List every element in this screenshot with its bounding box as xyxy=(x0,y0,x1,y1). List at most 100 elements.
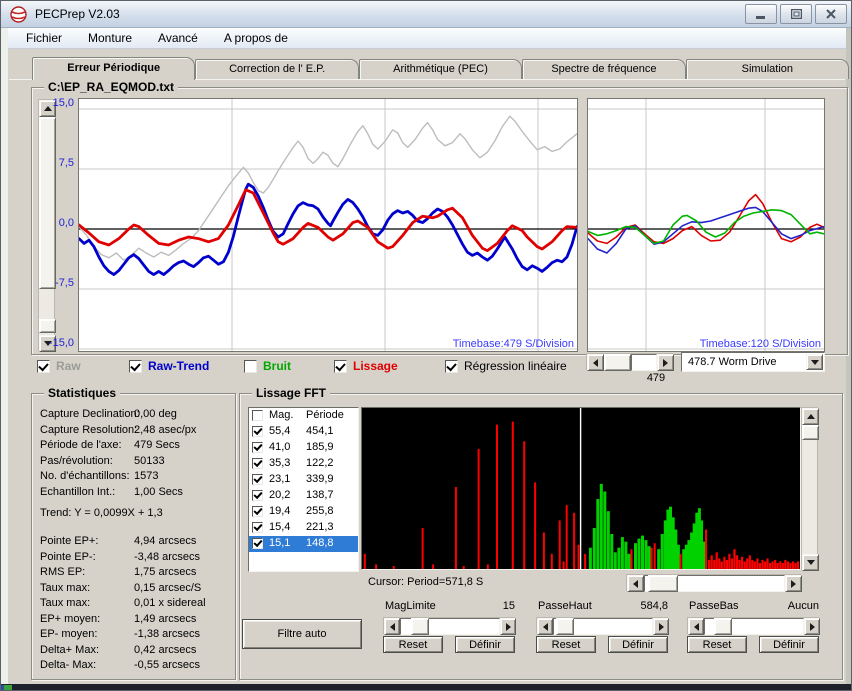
filter-slider-passehaut[interactable] xyxy=(536,617,669,635)
fft-scroll-up-button[interactable] xyxy=(802,408,819,425)
fft-peak-checkbox[interactable] xyxy=(252,474,263,485)
tab-spectre-de-fr-quence[interactable]: Spectre de fréquence xyxy=(522,59,686,79)
fft-select-all-checkbox[interactable] xyxy=(252,410,263,421)
checkbox-raw-trend[interactable] xyxy=(129,359,142,373)
statistics-capture-rows: Capture Declination: 0,00 deg Capture Reso… xyxy=(40,408,230,501)
tab-erreur-p-riodique[interactable]: Erreur Périodique xyxy=(32,57,196,80)
fft-peak-checkbox[interactable] xyxy=(252,506,263,517)
fft-horizontal-scrollbar[interactable] xyxy=(626,574,802,592)
fft-scroll-down-button[interactable] xyxy=(802,554,819,571)
fft-peak-checkbox[interactable] xyxy=(252,490,263,501)
fft-peak-row[interactable]: 19,4 255,8 xyxy=(249,504,358,520)
fft-peak-checkbox[interactable] xyxy=(252,442,263,453)
fft-list-header[interactable]: Mag. Période xyxy=(249,408,358,424)
worm-zoom-chart[interactable]: Timebase:120 S/Division xyxy=(587,98,825,352)
worm-scrollbar-thumb[interactable] xyxy=(604,354,631,371)
checkbox-raw[interactable] xyxy=(37,359,50,373)
reset-button-passebas[interactable]: Reset xyxy=(687,636,747,653)
stat-label: No. d'échantillons: xyxy=(40,470,130,482)
checkbox-lissage[interactable] xyxy=(334,359,347,373)
fft-hscrollbar-thumb[interactable] xyxy=(648,575,678,592)
fft-peak-row[interactable]: 35,3 122,2 xyxy=(249,456,358,472)
fft-scroll-left-button[interactable] xyxy=(627,575,644,592)
combobox-dropdown-button[interactable] xyxy=(806,354,823,370)
fft-peak-row[interactable]: 55,4 454,1 xyxy=(249,424,358,440)
worm-period-combobox[interactable]: 478.7 Worm Drive xyxy=(681,352,825,372)
fft-peak-row[interactable]: 15,4 221,3 xyxy=(249,520,358,536)
worm-scroll-left-button[interactable] xyxy=(587,354,604,371)
auto-filter-button[interactable]: Filtre auto xyxy=(242,619,362,649)
fft-peak-period: 255,8 xyxy=(306,505,334,517)
scrollbar-thumb[interactable] xyxy=(39,117,56,289)
file-groupbox: C:\EP_RA_EQMOD.txt 15,0 7,5 0,0 -7,5 -15… xyxy=(31,80,848,355)
define-button-maglimite[interactable]: Définir xyxy=(455,636,515,653)
fft-peak-checkbox[interactable] xyxy=(252,522,263,533)
slider-thumb[interactable] xyxy=(411,618,429,635)
slider-left-button[interactable] xyxy=(688,618,704,635)
filter-slider-maglimite[interactable] xyxy=(383,617,516,635)
stat-label: Capture Declination: xyxy=(40,408,140,420)
toggle-bruit[interactable]: Bruit xyxy=(244,359,291,373)
worm-scrollbar[interactable] xyxy=(586,353,674,371)
slider-left-button[interactable] xyxy=(384,618,400,635)
main-ep-chart[interactable]: Timebase:479 S/Division xyxy=(77,98,579,352)
checkbox-bruit[interactable] xyxy=(244,359,257,373)
fft-peak-row[interactable]: 23,1 339,9 xyxy=(249,472,358,488)
toggle-r-gression-lin-aire[interactable]: Régression linéaire xyxy=(445,359,567,373)
menu-item-a-propos-de[interactable]: A propos de xyxy=(224,31,288,45)
worm-scroll-right-button[interactable] xyxy=(657,354,674,371)
define-button-passehaut[interactable]: Définir xyxy=(608,636,668,653)
toggle-label-raw-trend: Raw-Trend xyxy=(148,359,210,373)
toggle-raw[interactable]: Raw xyxy=(37,359,81,373)
menu-item-avanc[interactable]: Avancé xyxy=(158,31,198,45)
reset-button-maglimite[interactable]: Reset xyxy=(383,636,443,653)
slider-thumb[interactable] xyxy=(714,618,732,635)
fft-peak-period: 185,9 xyxy=(306,441,334,453)
fft-peak-checkbox[interactable] xyxy=(252,426,263,437)
titlebar[interactable]: PECPrep V2.03 xyxy=(1,1,851,28)
tab-correction-de-l-e-p[interactable]: Correction de l' E.P. xyxy=(195,59,359,79)
tab-simulation[interactable]: Simulation xyxy=(685,59,850,79)
filter-value-passehaut: 584,8 xyxy=(640,600,668,612)
stat-label: Pas/révolution: xyxy=(40,454,113,467)
tab-arithm-tique-pec[interactable]: Arithmétique (PEC) xyxy=(358,59,523,79)
worm-scrollbar-track[interactable] xyxy=(631,354,657,371)
slider-right-button[interactable] xyxy=(804,618,820,635)
fft-peak-period: 122,2 xyxy=(306,457,334,469)
maximize-button[interactable] xyxy=(780,4,812,24)
filter-label-maglimite: MagLimite xyxy=(385,600,436,612)
stat-label: Période de l'axe: xyxy=(40,439,122,451)
fft-peak-list[interactable]: Mag. Période 55,4 454,1 41,0 185,9 35,3 122,2… xyxy=(248,407,359,572)
fft-peak-checkbox[interactable] xyxy=(252,538,263,549)
menu-item-monture[interactable]: Monture xyxy=(88,31,132,45)
fft-peak-row-selected[interactable]: 15,1 148,8 xyxy=(249,536,358,552)
slider-left-button[interactable] xyxy=(537,618,553,635)
minimize-button[interactable] xyxy=(745,4,777,24)
reset-button-passehaut[interactable]: Reset xyxy=(536,636,596,653)
scrollbar-thumb-small[interactable] xyxy=(39,319,56,333)
fft-peak-checkbox[interactable] xyxy=(252,458,263,469)
fft-peak-row[interactable]: 41,0 185,9 xyxy=(249,440,358,456)
stat-label: Capture Resolution: xyxy=(40,423,138,436)
stat-label: Delta- Max: xyxy=(40,659,97,671)
fft-vertical-scrollbar[interactable] xyxy=(801,407,819,571)
stat-row: Taux max: 0,15 arcsec/S xyxy=(40,582,230,598)
toggle-lissage[interactable]: Lissage xyxy=(334,359,398,373)
define-button-passebas[interactable]: Définir xyxy=(759,636,819,653)
fft-vscrollbar-thumb[interactable] xyxy=(802,425,819,440)
close-button[interactable] xyxy=(815,4,847,24)
menu-item-fichier[interactable]: Fichier xyxy=(26,31,62,45)
window-controls xyxy=(745,4,847,24)
checkbox-r-gression-lin-aire[interactable] xyxy=(445,359,458,373)
slider-thumb[interactable] xyxy=(556,618,574,635)
fft-spectrum-chart[interactable] xyxy=(361,407,801,570)
fft-scroll-right-button[interactable] xyxy=(785,575,802,592)
slider-right-button[interactable] xyxy=(500,618,516,635)
worm-zoom-chart-canvas xyxy=(587,99,825,351)
fft-peak-mag: 55,4 xyxy=(269,425,291,437)
filter-slider-passebas[interactable] xyxy=(687,617,820,635)
stat-row: Delta- Max: -0,55 arcsecs xyxy=(40,659,230,675)
slider-right-button[interactable] xyxy=(653,618,669,635)
toggle-raw-trend[interactable]: Raw-Trend xyxy=(129,359,209,373)
fft-peak-row[interactable]: 20,2 138,7 xyxy=(249,488,358,504)
